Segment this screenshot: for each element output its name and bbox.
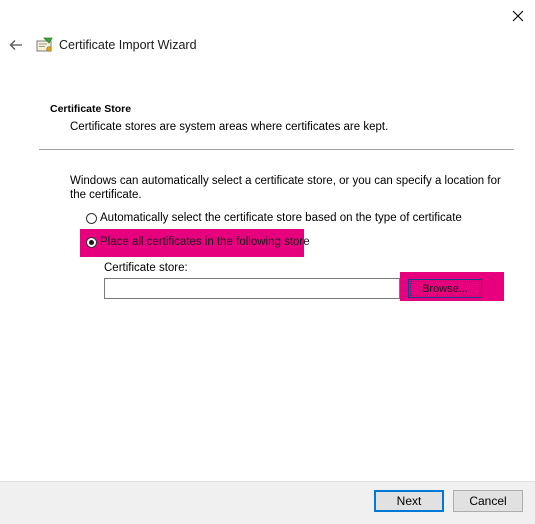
close-icon — [512, 10, 524, 22]
auto-select-option[interactable]: Automatically select the certificate sto… — [86, 212, 462, 224]
certificate-store-field[interactable] — [104, 278, 400, 299]
intro-text: Windows can automatically select a certi… — [70, 175, 501, 201]
back-arrow-icon — [9, 40, 22, 50]
cancel-button[interactable]: Cancel — [453, 490, 523, 512]
browse-button[interactable]: Browse... — [408, 279, 482, 298]
auto-select-radio[interactable] — [86, 212, 97, 224]
header-divider — [39, 149, 514, 150]
manual-store-radio[interactable] — [86, 236, 97, 248]
section-title: Certificate Store — [50, 103, 132, 115]
next-button[interactable]: Next — [374, 490, 444, 512]
certificate-store-label: Certificate store: — [104, 262, 188, 274]
wizard-title: Certificate Import Wizard — [59, 38, 197, 52]
manual-store-option[interactable]: Place all certificates in the following … — [86, 236, 310, 248]
section-description: Certificate stores are system areas wher… — [70, 121, 389, 133]
manual-store-label: Place all certificates in the following … — [100, 236, 310, 248]
close-button[interactable] — [504, 3, 532, 29]
auto-select-label: Automatically select the certificate sto… — [100, 212, 462, 224]
certificate-icon — [36, 36, 54, 54]
certificate-import-wizard-window: Certificate Import Wizard Certificate St… — [0, 0, 535, 524]
back-button[interactable] — [4, 34, 28, 56]
